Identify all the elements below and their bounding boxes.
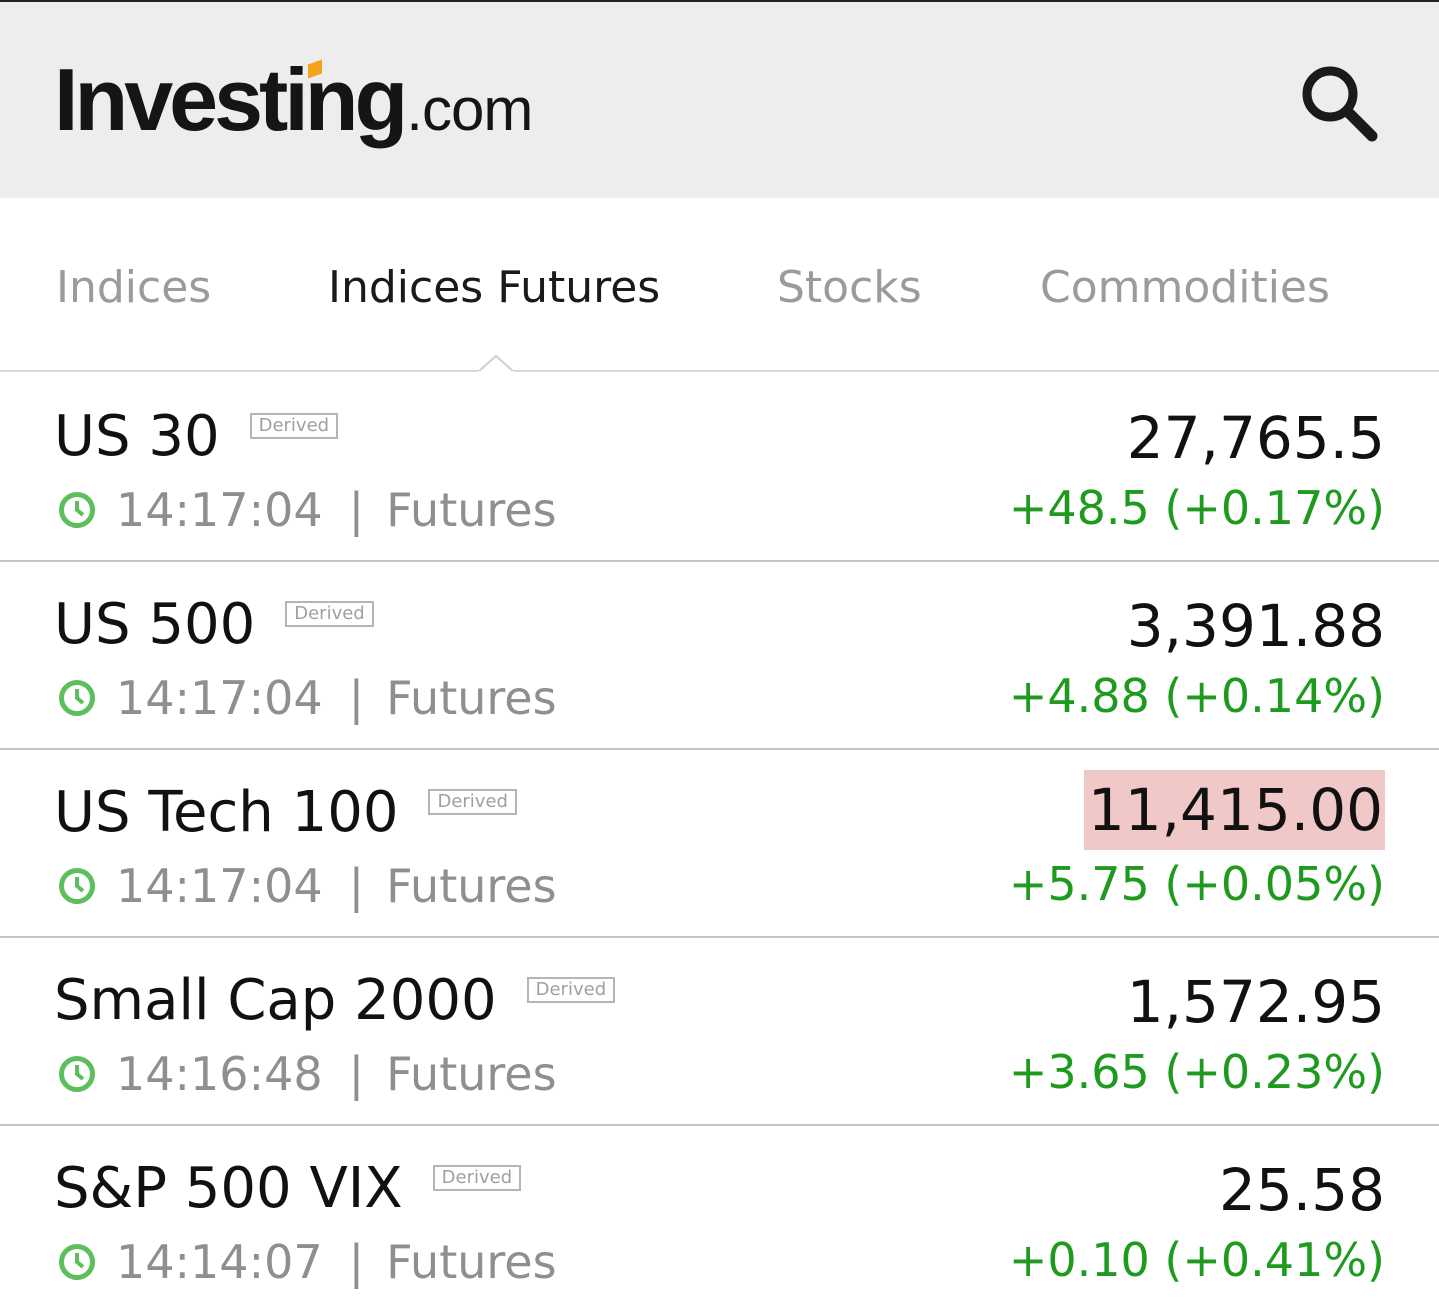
quote-time: 14:17:04 <box>116 483 323 537</box>
clock-icon <box>59 680 95 716</box>
tab-stocks[interactable]: Stocks <box>777 260 922 316</box>
instrument-name: US Tech 100 <box>54 780 399 845</box>
quote-time: 14:17:04 <box>116 671 323 725</box>
last-price: 25.58 <box>1218 1156 1385 1224</box>
search-button[interactable] <box>1298 62 1382 146</box>
price-change: +48.5 (+0.17%) <box>1008 481 1385 535</box>
last-price: 11,415.00 <box>1083 770 1385 850</box>
list-item[interactable]: Small Cap 2000 Derived 14:16:48 | Future… <box>0 938 1439 1126</box>
derived-badge: Derived <box>526 977 616 1003</box>
meta-separator: | <box>348 671 365 725</box>
list-item[interactable]: S&P 500 VIX Derived 14:14:07 | Futures 2… <box>0 1126 1439 1299</box>
tab-indices-futures[interactable]: Indices Futures <box>328 260 660 316</box>
list-item[interactable]: US Tech 100 Derived 14:17:04 | Futures 1… <box>0 750 1439 938</box>
logo-wordmark: Investing <box>54 50 408 149</box>
derived-badge: Derived <box>428 789 517 815</box>
quote-time: 14:16:48 <box>116 1047 323 1101</box>
instrument-name: S&P 500 VIX <box>54 1156 403 1221</box>
list-item[interactable]: US 30 Derived 14:17:04 | Futures 27,765.… <box>0 374 1439 562</box>
instrument-name: US 30 <box>54 404 220 469</box>
instrument-type: Futures <box>386 671 557 725</box>
instrument-type: Futures <box>386 483 557 537</box>
derived-badge: Derived <box>432 1165 522 1191</box>
price-change: +3.65 (+0.23%) <box>1008 1045 1385 1099</box>
instrument-name: US 500 <box>54 592 256 657</box>
meta-separator: | <box>348 1235 365 1289</box>
price-change: +0.10 (+0.41%) <box>1008 1233 1385 1287</box>
price-change: +5.75 (+0.05%) <box>1008 857 1385 911</box>
meta-separator: | <box>348 1047 365 1101</box>
instrument-type: Futures <box>386 859 557 913</box>
last-price: 3,391.88 <box>1126 592 1385 660</box>
clock-icon <box>59 492 95 528</box>
logo-suffix: .com <box>406 76 533 143</box>
search-icon <box>1302 66 1378 142</box>
price-change: +4.88 (+0.14%) <box>1008 669 1385 723</box>
instrument-type: Futures <box>386 1235 557 1289</box>
quote-time: 14:14:07 <box>116 1235 323 1289</box>
category-tabs: Indices Indices Futures Stocks Commoditi… <box>0 198 1439 374</box>
derived-badge: Derived <box>249 413 339 439</box>
meta-separator: | <box>348 483 365 537</box>
tab-indices[interactable]: Indices <box>56 260 211 316</box>
clock-icon <box>59 1244 95 1280</box>
clock-icon <box>59 1056 95 1092</box>
instrument-list: US 30 Derived 14:17:04 | Futures 27,765.… <box>0 374 1439 1299</box>
tab-divider <box>0 370 1439 372</box>
investing-logo[interactable]: Investing .com <box>54 50 533 150</box>
list-item[interactable]: US 500 Derived 14:17:04 | Futures 3,391.… <box>0 562 1439 750</box>
tab-commodities[interactable]: Commodities <box>1040 260 1330 316</box>
quote-time: 14:17:04 <box>116 859 323 913</box>
app-header: Investing .com <box>0 0 1439 198</box>
active-tab-indicator <box>478 354 514 374</box>
last-price: 1,572.95 <box>1126 968 1385 1036</box>
last-price: 27,765.5 <box>1126 404 1385 472</box>
clock-icon <box>59 868 95 904</box>
instrument-name: Small Cap 2000 <box>54 968 497 1033</box>
instrument-type: Futures <box>386 1047 557 1101</box>
meta-separator: | <box>348 859 365 913</box>
derived-badge: Derived <box>285 601 374 627</box>
